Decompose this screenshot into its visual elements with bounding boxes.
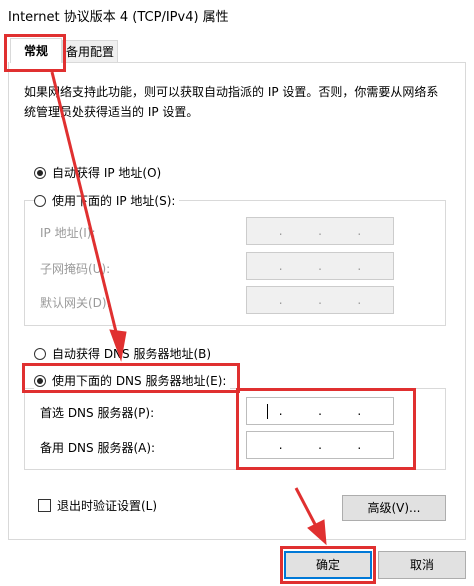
- ip-address-field[interactable]: ...: [246, 217, 394, 245]
- cancel-button[interactable]: 取消: [378, 551, 466, 579]
- auto-ip-radio[interactable]: [34, 166, 46, 179]
- advanced-button[interactable]: 高级(V)...: [342, 495, 446, 521]
- tab-general[interactable]: 常规: [10, 38, 62, 63]
- highlight-dns-fields: [236, 388, 416, 470]
- alternate-dns-label: 备用 DNS 服务器(A):: [40, 441, 156, 455]
- window-title: Internet 协议版本 4 (TCP/IPv4) 属性: [8, 10, 229, 25]
- preferred-dns-label: 首选 DNS 服务器(P):: [40, 406, 155, 420]
- auto-dns-radio[interactable]: [34, 347, 46, 360]
- highlight-ok-button: [280, 546, 376, 584]
- auto-ip-option[interactable]: 自动获得 IP 地址(O): [34, 164, 161, 181]
- manual-ip-label: 使用下面的 IP 地址(S):: [52, 194, 176, 208]
- validate-on-exit-checkbox[interactable]: [38, 499, 51, 512]
- auto-dns-label: 自动获得 DNS 服务器地址(B): [52, 347, 212, 361]
- tab-divider: [62, 62, 466, 63]
- default-gateway-field[interactable]: ...: [246, 286, 394, 314]
- auto-ip-label: 自动获得 IP 地址(O): [52, 166, 162, 180]
- ip-address-label: IP 地址(I):: [40, 226, 96, 240]
- auto-dns-option[interactable]: 自动获得 DNS 服务器地址(B): [34, 345, 211, 362]
- manual-ip-option[interactable]: 使用下面的 IP 地址(S):: [34, 192, 180, 209]
- validate-on-exit-label: 退出时验证设置(L): [57, 499, 158, 513]
- manual-ip-radio[interactable]: [34, 194, 46, 207]
- tab-alternate-config[interactable]: 备用配置: [62, 40, 118, 62]
- highlight-manual-dns-option: [22, 363, 240, 393]
- validate-on-exit-option[interactable]: 退出时验证设置(L): [38, 497, 157, 514]
- title-bar: Internet 协议版本 4 (TCP/IPv4) 属性: [0, 0, 474, 30]
- subnet-mask-label: 子网掩码(U):: [40, 262, 111, 276]
- description-text: 如果网络支持此功能，则可以获取自动指派的 IP 设置。否则，你需要从网络系统管理…: [24, 85, 439, 119]
- default-gateway-label: 默认网关(D):: [40, 296, 111, 310]
- subnet-mask-field[interactable]: ...: [246, 252, 394, 280]
